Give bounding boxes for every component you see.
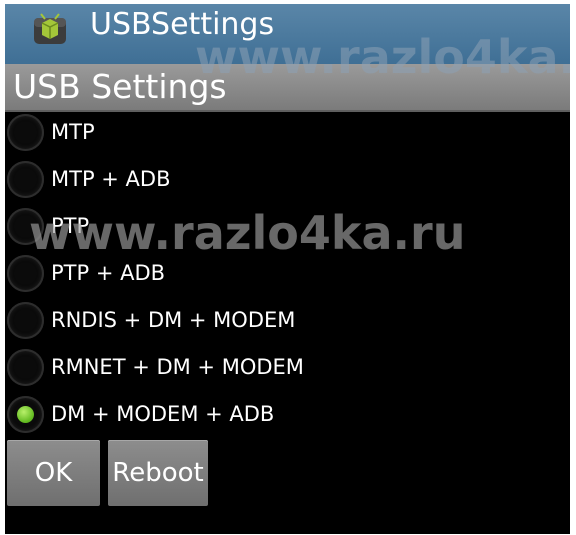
- option-ptp-adb[interactable]: PTP + ADB: [5, 253, 570, 299]
- app-title: USBSettings: [90, 7, 275, 42]
- app-titlebar: USBSettings: [5, 4, 570, 64]
- reboot-button[interactable]: Reboot: [108, 440, 208, 506]
- android-app-icon: [34, 13, 66, 44]
- option-label: PTP + ADB: [51, 261, 166, 285]
- radio-button[interactable]: [7, 302, 44, 339]
- option-mtp[interactable]: MTP: [5, 112, 570, 158]
- option-rmnet-dm-modem[interactable]: RMNET + DM + MODEM: [5, 347, 570, 393]
- option-label: PTP: [51, 214, 90, 238]
- radio-button[interactable]: [7, 208, 44, 245]
- radio-button-checked[interactable]: [7, 396, 44, 433]
- option-label: RMNET + DM + MODEM: [51, 355, 304, 379]
- radio-button[interactable]: [7, 349, 44, 386]
- option-label: RNDIS + DM + MODEM: [51, 308, 296, 332]
- dialog-title: USB Settings: [13, 67, 227, 106]
- option-ptp[interactable]: PTP: [5, 206, 570, 252]
- option-label: DM + MODEM + ADB: [51, 402, 275, 426]
- ok-button[interactable]: OK: [7, 440, 100, 506]
- option-dm-modem-adb[interactable]: DM + MODEM + ADB: [5, 394, 570, 440]
- option-mtp-adb[interactable]: MTP + ADB: [5, 159, 570, 205]
- radio-button[interactable]: [7, 161, 44, 198]
- radio-button[interactable]: [7, 255, 44, 292]
- screen: USBSettings USB Settings www.razlo4ka.ru…: [5, 4, 570, 534]
- option-label: MTP: [51, 120, 95, 144]
- option-label: MTP + ADB: [51, 167, 171, 191]
- radio-button[interactable]: [7, 114, 44, 151]
- option-rndis-dm-modem[interactable]: RNDIS + DM + MODEM: [5, 300, 570, 346]
- dialog-header: USB Settings: [5, 64, 570, 112]
